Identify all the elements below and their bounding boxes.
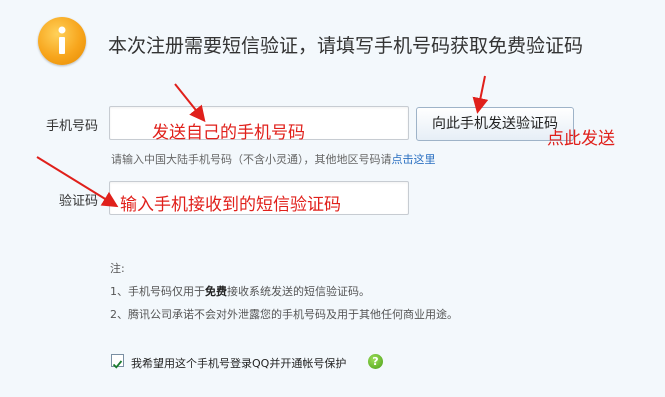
help-icon[interactable]: ? — [368, 354, 383, 369]
annotation-arrows — [36, 75, 489, 208]
arrow-to-code — [36, 156, 119, 208]
notes: 注: 1、手机号码仅用于免费接收系统发送的短信验证码。 2、腾讯公司承诺不会对外… — [110, 257, 458, 326]
check-icon — [112, 360, 123, 369]
protect-label[interactable]: 我希望用这个手机号登录QQ并开通帐号保护 — [131, 355, 346, 371]
notes-title: 注: — [110, 262, 125, 275]
note-item-2: 2、腾讯公司承诺不会对外泄露您的手机号码及用于其他任何商业用途。 — [110, 308, 458, 321]
note-bold-free: 免费 — [205, 285, 227, 298]
arrow-to-phone — [174, 83, 206, 123]
protect-checkbox[interactable] — [111, 354, 124, 369]
note-item-1: 1、手机号码仅用于免费接收系统发送的短信验证码。 — [110, 285, 370, 298]
arrow-to-button — [472, 75, 489, 114]
